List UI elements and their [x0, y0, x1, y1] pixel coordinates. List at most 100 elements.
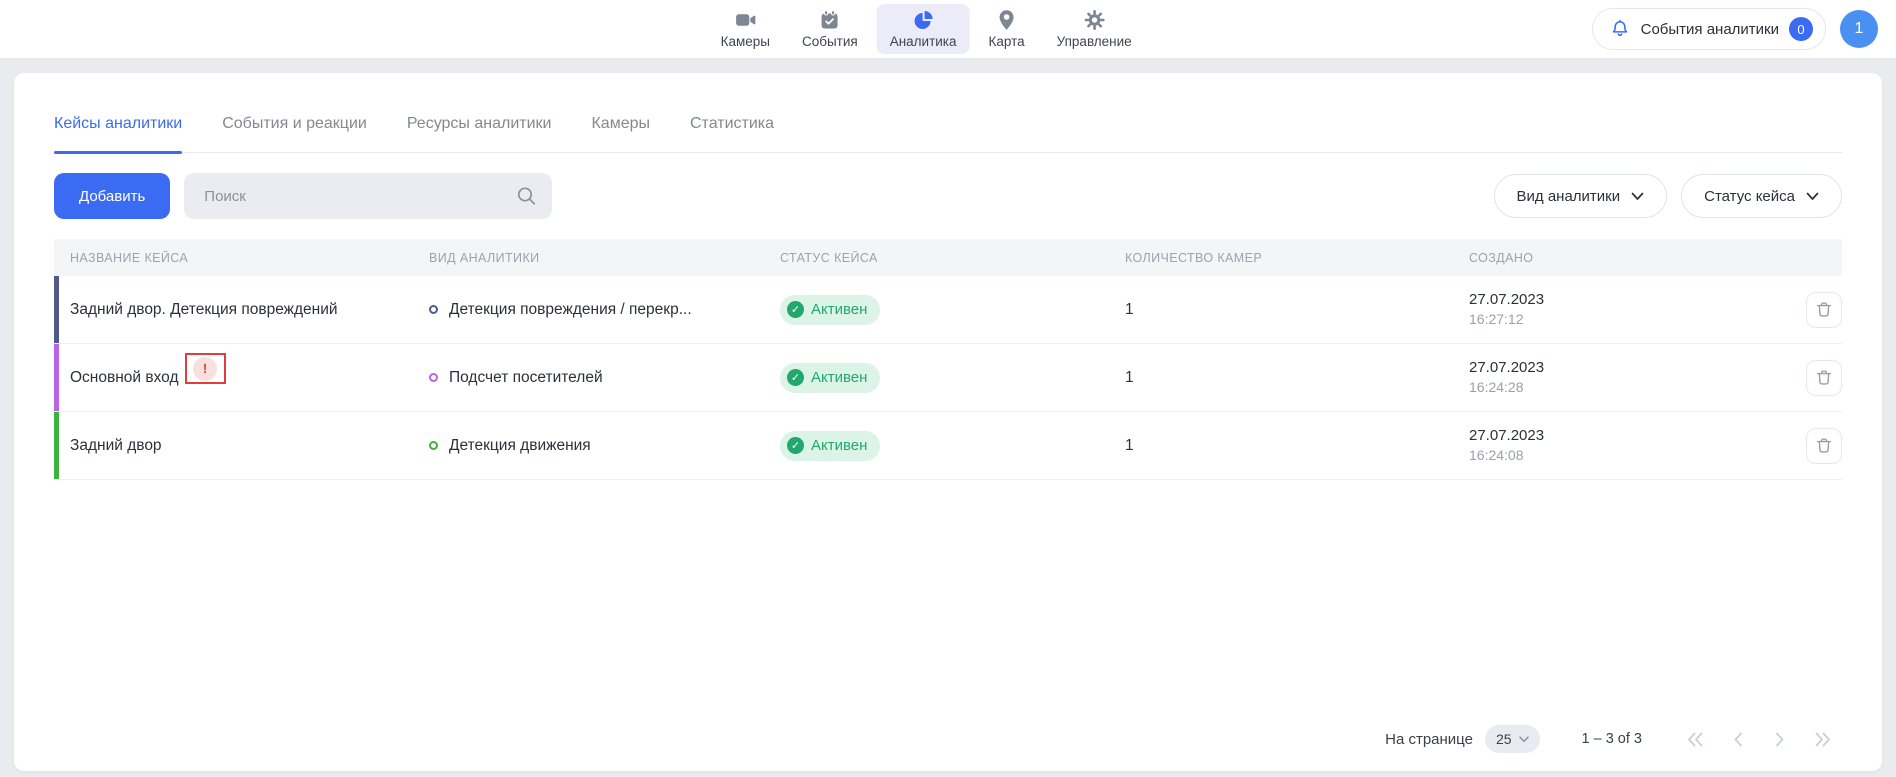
search-box [184, 173, 552, 219]
case-name-cell: Задний двор [54, 437, 413, 455]
chevron-down-icon [1631, 192, 1644, 201]
analytics-type: Подсчет посетителей [449, 369, 603, 387]
per-page-label: На странице [1385, 731, 1473, 748]
created-time: 16:27:12 [1469, 310, 1544, 329]
events-button-label: События аналитики [1641, 21, 1779, 38]
column-header-case-name: НАЗВАНИЕ КЕЙСА [54, 251, 413, 265]
created-date: 27.07.2023 [1469, 358, 1544, 378]
nav-label: Карта [989, 34, 1025, 49]
camera-count-cell: 1 [1109, 369, 1453, 387]
analytics-cases-table: НАЗВАНИЕ КЕЙСА ВИД АНАЛИТИКИ СТАТУС КЕЙС… [54, 239, 1842, 480]
status-label: Активен [811, 301, 867, 318]
double-chevron-right-icon [1813, 732, 1832, 747]
nav-item-cameras[interactable]: Камеры [708, 4, 783, 54]
nav-item-map[interactable]: Карта [976, 4, 1038, 54]
status-badge: ✓ Активен [780, 295, 880, 325]
created-cell: 27.07.2023 16:27:12 [1453, 290, 1770, 329]
nav-label: События [802, 34, 858, 49]
analytics-page-card: Кейсы аналитики События и реакции Ресурс… [14, 73, 1882, 771]
analytics-type: Детекция движения [449, 437, 591, 455]
camera-count-cell: 1 [1109, 437, 1453, 455]
search-icon [516, 186, 537, 207]
nav-item-events[interactable]: События [789, 4, 871, 54]
check-circle-icon: ✓ [787, 369, 804, 386]
error-highlight-annotation: ! [185, 353, 226, 384]
analytics-events-button[interactable]: События аналитики 0 [1592, 8, 1826, 50]
pagination-controls [1684, 730, 1834, 749]
search-input[interactable] [184, 173, 552, 219]
tab-events-and-reactions[interactable]: События и реакции [222, 115, 367, 152]
trash-icon [1815, 301, 1833, 319]
next-page-button[interactable] [1770, 730, 1789, 749]
check-circle-icon: ✓ [787, 437, 804, 454]
main-nav: Камеры События Аналитика Карта Управлени [708, 4, 1145, 54]
trash-icon [1815, 369, 1833, 387]
delete-case-button[interactable] [1806, 428, 1842, 464]
delete-case-button[interactable] [1806, 360, 1842, 396]
analytics-type-cell: Детекция повреждения / перекр... [413, 301, 764, 319]
first-page-button[interactable] [1684, 730, 1707, 749]
trash-icon [1815, 437, 1833, 455]
status-badge: ✓ Активен [780, 363, 880, 393]
delete-case-button[interactable] [1806, 292, 1842, 328]
created-time: 16:24:28 [1469, 378, 1544, 397]
chevron-down-icon [1519, 736, 1529, 743]
case-status-filter-dropdown[interactable]: Статус кейса [1681, 174, 1842, 218]
created-date: 27.07.2023 [1469, 426, 1544, 446]
actions-cell [1770, 428, 1842, 464]
map-pin-icon [995, 9, 1019, 31]
created-date: 27.07.2023 [1469, 290, 1544, 310]
row-accent-bar [54, 412, 59, 479]
per-page-control: На странице 25 [1385, 725, 1539, 753]
tab-analytics-cases[interactable]: Кейсы аналитики [54, 115, 182, 152]
check-circle-icon: ✓ [787, 301, 804, 318]
tab-analytics-resources[interactable]: Ресурсы аналитики [407, 115, 552, 152]
previous-page-button[interactable] [1729, 730, 1748, 749]
row-accent-bar [54, 276, 59, 343]
user-avatar[interactable]: 1 [1840, 10, 1878, 48]
events-count-badge: 0 [1789, 17, 1813, 41]
created-cell: 27.07.2023 16:24:28 [1453, 358, 1770, 397]
tab-cameras[interactable]: Камеры [591, 115, 650, 152]
last-page-button[interactable] [1811, 730, 1834, 749]
video-camera-icon [733, 9, 757, 31]
chevron-down-icon [1806, 192, 1819, 201]
analytics-type-cell: Подсчет посетителей [413, 369, 764, 387]
per-page-select[interactable]: 25 [1485, 725, 1540, 753]
add-case-button[interactable]: Добавить [54, 173, 170, 219]
table-row[interactable]: Основной вход ! Подсчет посетителей ✓ Ак… [54, 344, 1842, 412]
table-row[interactable]: Задний двор. Детекция повреждений Детекц… [54, 276, 1842, 344]
chevron-left-icon [1731, 732, 1746, 747]
table-row[interactable]: Задний двор Детекция движения ✓ Активен … [54, 412, 1842, 480]
bell-icon [1609, 18, 1631, 40]
nav-item-analytics[interactable]: Аналитика [877, 4, 970, 54]
case-name: Основной вход [70, 369, 179, 387]
filter-label: Вид аналитики [1517, 188, 1621, 205]
double-chevron-left-icon [1686, 732, 1705, 747]
gear-icon [1082, 9, 1106, 31]
tabs-bar: Кейсы аналитики События и реакции Ресурс… [54, 73, 1842, 153]
camera-count-cell: 1 [1109, 301, 1453, 319]
case-status-cell: ✓ Активен [764, 431, 1109, 461]
analytics-type-cell: Детекция движения [413, 437, 764, 455]
per-page-value: 25 [1496, 731, 1512, 747]
column-header-created: СОЗДАНО [1453, 251, 1770, 265]
created-cell: 27.07.2023 16:24:08 [1453, 426, 1770, 465]
analytics-type-filter-dropdown[interactable]: Вид аналитики [1494, 174, 1668, 218]
analytics-type: Детекция повреждения / перекр... [449, 301, 692, 319]
case-status-cell: ✓ Активен [764, 363, 1109, 393]
status-label: Активен [811, 369, 867, 386]
top-navigation-bar: Камеры События Аналитика Карта Управлени [0, 0, 1896, 58]
table-footer: На странице 25 1 – 3 of 3 [40, 713, 1856, 771]
tab-statistics[interactable]: Статистика [690, 115, 774, 152]
column-header-case-status: СТАТУС КЕЙСА [764, 251, 1109, 265]
error-exclamation-icon[interactable]: ! [193, 357, 217, 381]
nav-item-management[interactable]: Управление [1044, 4, 1145, 54]
table-header-row: НАЗВАНИЕ КЕЙСА ВИД АНАЛИТИКИ СТАТУС КЕЙС… [54, 239, 1842, 276]
case-name: Задний двор. Детекция повреждений [70, 301, 338, 319]
row-accent-bar [54, 344, 59, 411]
case-name-cell: Задний двор. Детекция повреждений [54, 301, 413, 319]
nav-label: Камеры [721, 34, 770, 49]
column-header-camera-count: КОЛИЧЕСТВО КАМЕР [1109, 251, 1453, 265]
actions-cell [1770, 360, 1842, 396]
